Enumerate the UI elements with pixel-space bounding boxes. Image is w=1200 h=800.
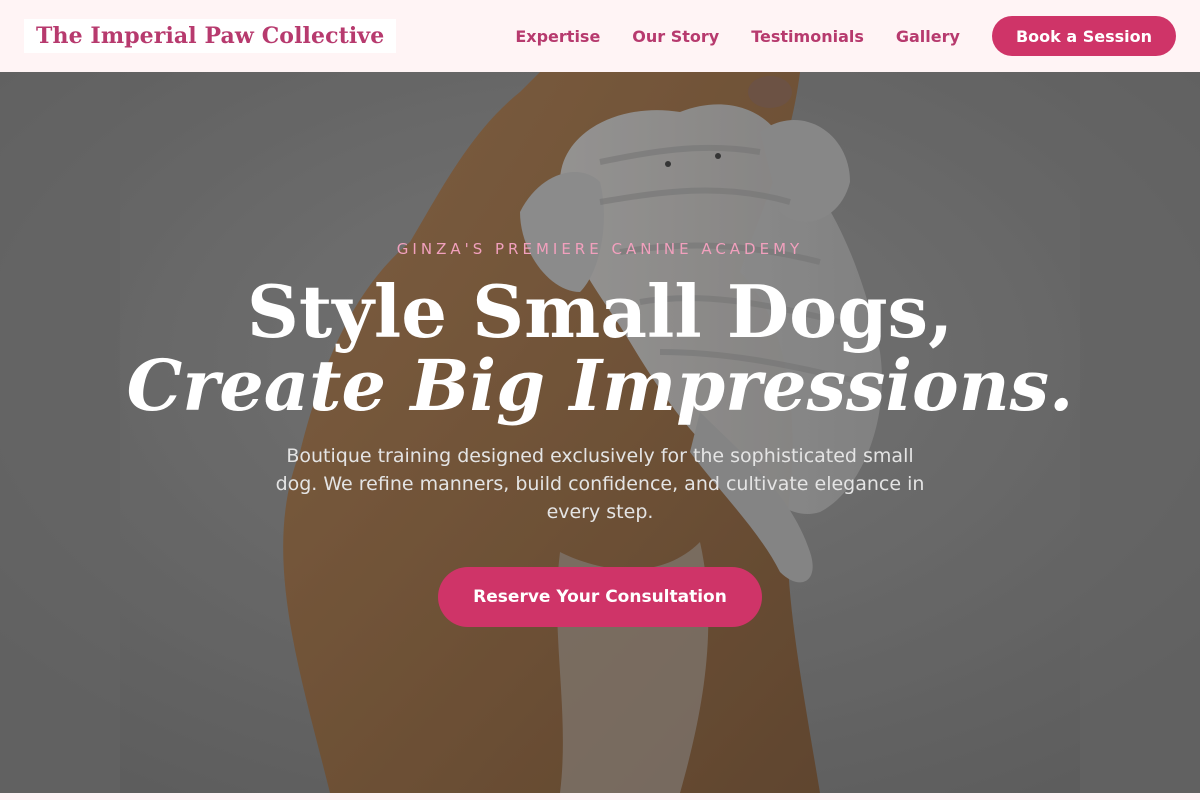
- main-nav: Expertise Our Story Testimonials Gallery…: [483, 16, 1176, 56]
- hero-section: GINZA'S PREMIERE CANINE ACADEMY Style Sm…: [0, 72, 1200, 793]
- page-bottom-strip: [0, 793, 1200, 800]
- reserve-consultation-button[interactable]: Reserve Your Consultation: [438, 567, 762, 627]
- site-logo[interactable]: The Imperial Paw Collective: [24, 19, 397, 53]
- hero-eyebrow: GINZA'S PREMIERE CANINE ACADEMY: [396, 240, 804, 258]
- book-session-button[interactable]: Book a Session: [991, 16, 1176, 56]
- hero-subtext: Boutique training designed exclusively f…: [275, 445, 925, 523]
- site-header: The Imperial Paw Collective Expertise Ou…: [0, 0, 1200, 72]
- nav-link-expertise[interactable]: Expertise: [515, 27, 600, 46]
- nav-link-gallery[interactable]: Gallery: [896, 27, 960, 46]
- nav-link-our-story[interactable]: Our Story: [632, 27, 719, 46]
- nav-link-testimonials[interactable]: Testimonials: [751, 27, 864, 46]
- hero-content: GINZA'S PREMIERE CANINE ACADEMY Style Sm…: [0, 72, 1200, 793]
- hero-headline-line-2: Create Big Impressions.: [126, 344, 1074, 427]
- hero-headline-line-1: Style Small Dogs,: [246, 269, 954, 354]
